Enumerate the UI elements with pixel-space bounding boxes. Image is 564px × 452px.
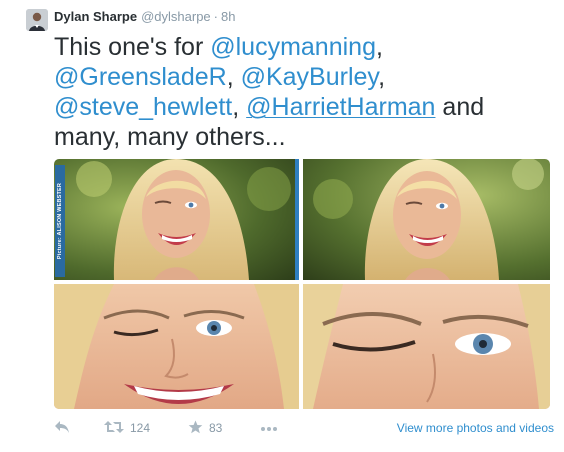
photo-1[interactable]: Picture: ALISON WEBSTER bbox=[54, 159, 299, 280]
reply-button[interactable] bbox=[54, 418, 70, 438]
tweet-timestamp[interactable]: 8h bbox=[221, 9, 235, 24]
retweet-icon bbox=[104, 420, 124, 437]
tweet-text-segment: many, many others... bbox=[54, 123, 286, 151]
photo-frame-accent bbox=[295, 159, 299, 280]
photo-credit: Picture: ALISON WEBSTER bbox=[55, 165, 65, 277]
tweet-text-segment: , bbox=[375, 33, 383, 61]
author-name[interactable]: Dylan Sharpe bbox=[54, 9, 137, 24]
tweet-text-segment: , bbox=[378, 63, 386, 91]
mention-greensladeR[interactable]: @GreensladeR bbox=[54, 63, 227, 91]
avatar[interactable] bbox=[26, 9, 48, 31]
photo-grid: Picture: ALISON WEBSTER bbox=[54, 159, 550, 409]
tweet-text-segment: and bbox=[435, 93, 485, 121]
photo-2[interactable] bbox=[303, 159, 550, 280]
mention-kayburley[interactable]: @KayBurley bbox=[241, 63, 378, 91]
photo-3[interactable] bbox=[54, 284, 299, 409]
separator-dot: · bbox=[213, 9, 219, 24]
retweet-button[interactable]: 124 bbox=[104, 418, 150, 438]
tweet-actions: 124 83 View more photos and videos bbox=[54, 418, 554, 438]
author-handle[interactable]: @dylsharpe bbox=[141, 9, 211, 24]
mention-steve-hewlett[interactable]: @steve_hewlett bbox=[54, 93, 232, 121]
more-dots-icon bbox=[260, 421, 278, 435]
tweet-text-segment: , bbox=[226, 63, 241, 91]
tweet-header: Dylan Sharpe @dylsharpe · 8h bbox=[54, 8, 235, 26]
star-icon bbox=[188, 420, 203, 437]
mention-harrietharman[interactable]: @HarrietHarman bbox=[246, 93, 435, 121]
favorite-button[interactable]: 83 bbox=[188, 418, 222, 438]
photo-4[interactable] bbox=[303, 284, 550, 409]
favorite-count: 83 bbox=[209, 421, 223, 435]
tweet-text: This one's for @lucymanning, @GreensladeR… bbox=[54, 32, 554, 152]
tweet-card: Dylan Sharpe @dylsharpe · 8h This one's for… bbox=[0, 0, 564, 452]
mention-lucymanning[interactable]: @lucymanning bbox=[210, 33, 376, 61]
tweet-text-segment: , bbox=[232, 93, 247, 121]
more-button[interactable] bbox=[260, 418, 278, 438]
retweet-count: 124 bbox=[130, 421, 151, 435]
reply-icon bbox=[54, 420, 70, 437]
view-more-media-link[interactable]: View more photos and videos bbox=[397, 418, 554, 438]
photo-credit-text: Picture: ALISON WEBSTER bbox=[57, 182, 63, 260]
tweet-text-segment: This one's for bbox=[54, 33, 211, 61]
